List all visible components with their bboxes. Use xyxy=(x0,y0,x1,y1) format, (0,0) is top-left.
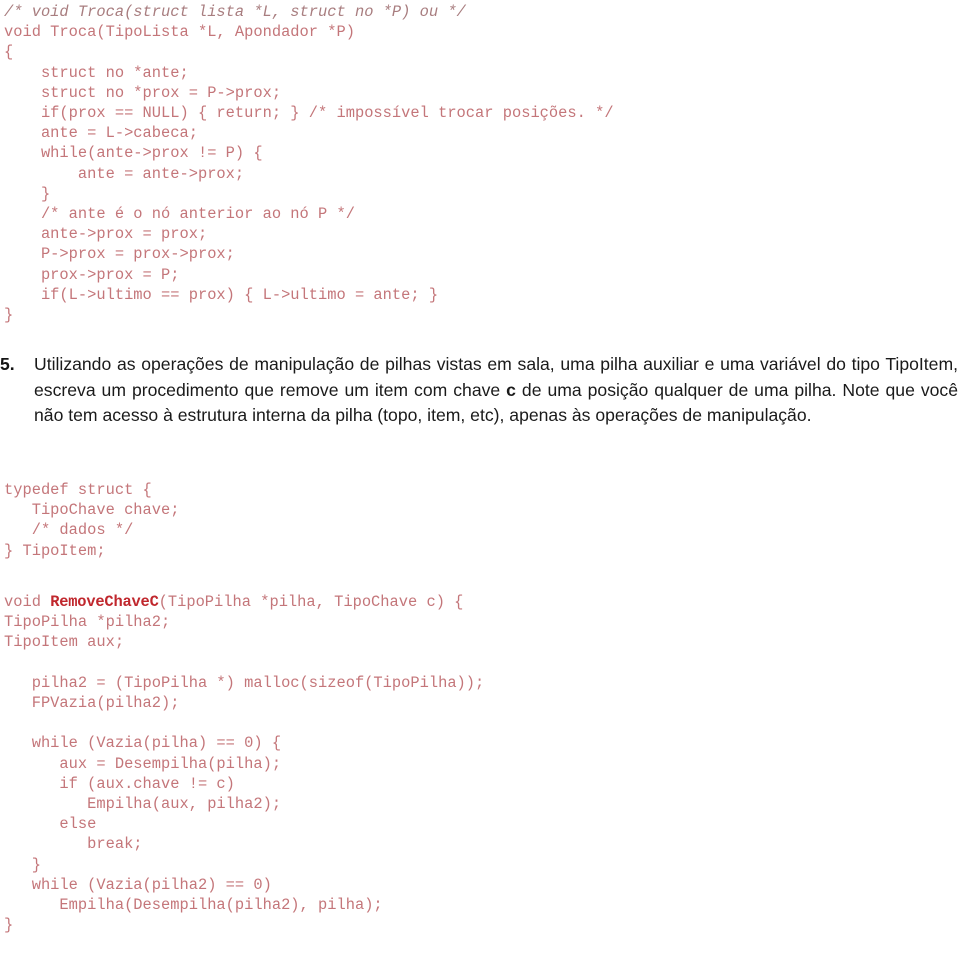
code-troca-line: { xyxy=(4,43,14,62)
code-removechavec-line: Empilha(Desempilha(pilha2), pilha); xyxy=(4,896,383,915)
code-troca-line: P->prox = prox->prox; xyxy=(4,245,235,264)
code-removechavec-line: } xyxy=(4,855,41,874)
code-removechavec-line: TipoItem aux; xyxy=(4,633,125,652)
code-block-troca: /* void Troca(struct lista *L, struct no… xyxy=(4,2,614,325)
code-removechavec-line: if (aux.chave != c) xyxy=(4,774,235,793)
code-removechavec-line: else xyxy=(4,815,97,834)
code-function-name: RemoveChaveC xyxy=(50,593,159,611)
code-troca-line: while(ante->prox != P) { xyxy=(4,144,263,163)
code-typedef-line: } TipoItem; xyxy=(4,541,106,560)
code-block-removechavec: void RemoveChaveC(TipoPilha *pilha, Tipo… xyxy=(4,592,484,935)
code-troca-line: if(prox == NULL) { return; } /* impossív… xyxy=(4,104,614,123)
code-troca-line: ante = L->cabeca; xyxy=(4,124,198,143)
code-comment: /* void Troca(struct lista *L, struct no… xyxy=(4,3,466,21)
code-troca-line: if(L->ultimo == prox) { L->ultimo = ante… xyxy=(4,285,439,304)
question-number: 5. xyxy=(0,354,15,374)
code-removechavec-line: while (Vazia(pilha) == 0) { xyxy=(4,734,282,753)
code-removechavec-line: Empilha(aux, pilha2); xyxy=(4,795,282,813)
code-removechavec-line: } xyxy=(4,916,14,935)
question-item-5: 5. Utilizando as operações de manipulaçã… xyxy=(0,352,960,429)
code-removechavec-line: pilha2 = (TipoPilha *) malloc(sizeof(Tip… xyxy=(4,673,485,692)
code-troca-line: struct no *prox = P->prox; xyxy=(4,83,282,102)
code-removechavec-line: break; xyxy=(4,835,143,854)
code-removechavec-line: TipoPilha *pilha2; xyxy=(4,613,171,632)
code-removechavec-line: FPVazia(pilha2); xyxy=(4,694,180,712)
code-troca-line: } xyxy=(4,306,14,325)
code-removechavec-line xyxy=(4,713,484,733)
code-removechavec-line xyxy=(4,653,484,673)
code-keyword-void: void xyxy=(4,593,51,611)
code-troca-line: ante = ante->prox; xyxy=(4,164,245,183)
code-typedef-line: TipoChave chave; xyxy=(4,501,180,520)
code-troca-line: void Troca(TipoLista *L, Apondador *P) xyxy=(4,23,355,42)
code-block-typedef-tipoitem: typedef struct { TipoChave chave; /* dad… xyxy=(4,480,179,561)
code-removechavec-line: while (Vazia(pilha2) == 0) xyxy=(4,875,272,894)
code-typedef-line: typedef struct { xyxy=(4,481,152,499)
code-troca-line: /* void Troca(struct lista *L, struct no… xyxy=(4,2,614,22)
code-troca-line: ante->prox = prox; xyxy=(4,225,208,244)
document-page: /* void Troca(struct lista *L, struct no… xyxy=(0,0,960,967)
code-removechavec-line: aux = Desempilha(pilha); xyxy=(4,754,282,773)
code-function-params: (TipoPilha *pilha, TipoChave c) { xyxy=(158,593,464,611)
code-function-signature: void RemoveChaveC(TipoPilha *pilha, Tipo… xyxy=(4,592,484,612)
code-troca-line: prox->prox = P; xyxy=(4,265,180,284)
code-troca-line: struct no *ante; xyxy=(4,63,189,82)
question-text: Utilizando as operações de manipulação d… xyxy=(34,352,960,429)
code-typedef-line: /* dados */ xyxy=(4,521,134,540)
code-troca-line: } xyxy=(4,184,51,203)
code-troca-line: /* ante é o nó anterior ao nó P */ xyxy=(4,205,355,224)
question-bold-term: c xyxy=(506,379,516,400)
